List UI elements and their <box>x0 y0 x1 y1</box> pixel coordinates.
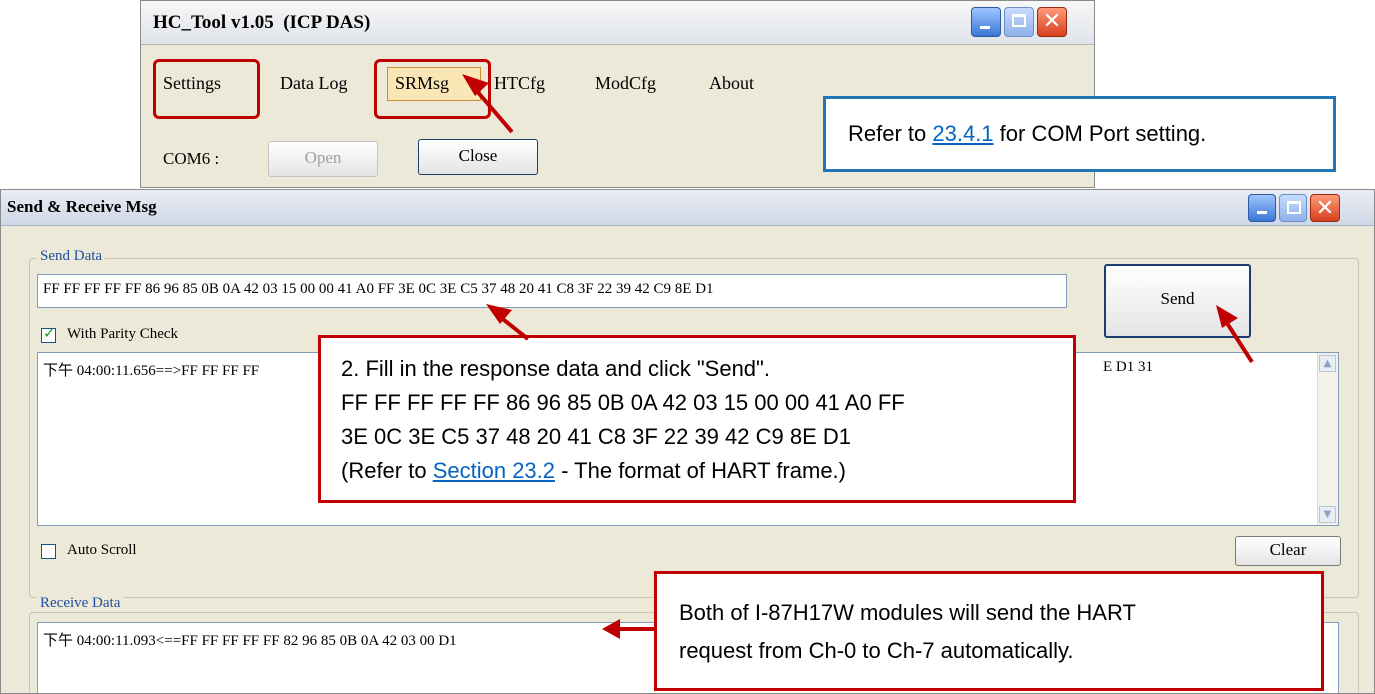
srmsg-arrowhead <box>462 74 489 96</box>
receive-arrowhead <box>602 619 620 639</box>
send-button-arrowhead <box>1216 305 1238 328</box>
annotation-arrows <box>462 74 1254 639</box>
send-button-arrow <box>1223 318 1254 364</box>
